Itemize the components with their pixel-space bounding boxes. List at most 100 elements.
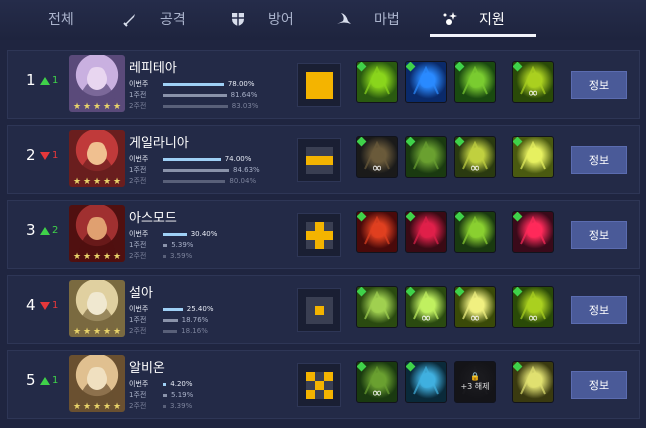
formation-cell xyxy=(315,297,324,306)
formation-cell xyxy=(324,81,333,90)
ranking-row: 41 ★ ★ ★ ★ ★ 설아 이번주 25.40% 1주전 18.76% 2주전 18.16% ∞ ∞… xyxy=(7,275,640,344)
rank-change: 1 xyxy=(40,75,58,86)
star-icon: ★ xyxy=(102,177,112,187)
infinity-icon: ∞ xyxy=(371,161,383,176)
green-burst-skill-icon[interactable]: ∞ xyxy=(405,286,447,328)
hero-portrait[interactable]: ★ ★ ★ ★ ★ xyxy=(69,355,125,412)
star-icon: ★ xyxy=(112,327,122,337)
hero-portrait[interactable]: ★ ★ ★ ★ ★ xyxy=(69,205,125,262)
formation-cell xyxy=(306,72,315,81)
formation-cell xyxy=(306,156,315,165)
arrow-up-icon xyxy=(40,376,50,385)
green-bolt-skill-icon[interactable] xyxy=(356,61,398,103)
usage-bar xyxy=(163,83,224,86)
rank-change-value: 1 xyxy=(52,75,59,86)
stat-label-one-week: 1주전 xyxy=(129,166,147,174)
stat-label-two-weeks: 2주전 xyxy=(129,177,147,185)
formation-cell xyxy=(306,315,315,324)
hero-portrait[interactable]: ★ ★ ★ ★ ★ xyxy=(69,55,125,112)
usage-percent: 78.00% xyxy=(227,80,255,88)
info-button[interactable]: 정보 xyxy=(571,221,627,249)
tab-label: 마법 xyxy=(374,12,400,28)
formation-cell xyxy=(306,81,315,90)
rank-change: 1 xyxy=(40,150,58,161)
info-button[interactable]: 정보 xyxy=(571,71,627,99)
green-figure-skill-icon[interactable]: ∞ xyxy=(512,61,554,103)
star-icon: ★ xyxy=(82,252,92,262)
formation-cell xyxy=(315,81,324,90)
green-hex-skill-icon[interactable] xyxy=(454,61,496,103)
info-button-label: 정보 xyxy=(588,229,610,242)
formation-cell xyxy=(315,390,324,399)
ranking-row: 21 ★ ★ ★ ★ ★ 게일라니아 이번주 74.00% 1주전 84.63% 2주전 80.04… xyxy=(7,125,640,194)
yellow-green-skill-icon[interactable] xyxy=(512,136,554,178)
stat-label-one-week: 1주전 xyxy=(129,391,147,399)
usage-percent: 5.19% xyxy=(171,391,194,399)
stat-label-this-week: 이번주 xyxy=(129,155,149,163)
green-figure-skill-icon[interactable]: ∞ xyxy=(512,286,554,328)
formation-cell xyxy=(306,240,315,249)
tab-attack[interactable]: 공격 xyxy=(122,0,186,38)
arrow-down-icon xyxy=(40,301,50,310)
green-warrior-skill-icon[interactable] xyxy=(405,136,447,178)
tab-magic[interactable]: 마법 xyxy=(336,0,400,38)
formation-cell xyxy=(306,231,315,240)
hero-portrait[interactable]: ★ ★ ★ ★ ★ xyxy=(69,280,125,337)
star-icon: ★ xyxy=(102,327,112,337)
tab-support[interactable]: 지원 xyxy=(441,0,505,38)
stat-label-two-weeks: 2주전 xyxy=(129,327,147,335)
red-mist-skill-icon[interactable] xyxy=(405,211,447,253)
tab-label: 방어 xyxy=(268,12,294,28)
formation-pattern xyxy=(297,363,341,407)
formation-cell xyxy=(324,390,333,399)
usage-bar xyxy=(163,169,229,172)
info-button[interactable]: 정보 xyxy=(571,371,627,399)
formation-cell xyxy=(324,240,333,249)
crimson-slash-skill-icon[interactable] xyxy=(512,211,554,253)
usage-percent: 5.39% xyxy=(171,241,194,249)
usage-percent: 80.04% xyxy=(229,177,257,185)
formation-cell xyxy=(306,297,315,306)
formation-cell xyxy=(306,381,315,390)
info-button[interactable]: 정보 xyxy=(571,146,627,174)
usage-percent: 18.76% xyxy=(181,316,209,324)
green-axe-skill-icon[interactable]: ∞ xyxy=(454,136,496,178)
info-button[interactable]: 정보 xyxy=(571,296,627,324)
info-button-label: 정보 xyxy=(588,304,610,317)
star-rating: ★ ★ ★ ★ ★ xyxy=(69,402,125,412)
formation-cell xyxy=(324,306,333,315)
info-button-label: 정보 xyxy=(588,79,610,92)
clover-skill-icon[interactable] xyxy=(356,286,398,328)
usage-percent: 30.40% xyxy=(190,230,218,238)
formation-cell xyxy=(315,381,324,390)
unlock-requirement: +3 해제 xyxy=(460,382,490,391)
tab-label: 전체 xyxy=(48,12,74,28)
blue-beast-skill-icon[interactable] xyxy=(405,61,447,103)
rank-change: 1 xyxy=(40,300,58,311)
gold-star-skill-icon[interactable] xyxy=(512,361,554,403)
hero-portrait[interactable]: ★ ★ ★ ★ ★ xyxy=(69,130,125,187)
ice-thorn-skill-icon[interactable] xyxy=(405,361,447,403)
tab-defense[interactable]: 방어 xyxy=(230,0,294,38)
infinity-icon: ∞ xyxy=(527,311,539,326)
green-spear-skill-icon[interactable] xyxy=(454,211,496,253)
infinity-icon: ∞ xyxy=(469,161,481,176)
stat-label-two-weeks: 2주전 xyxy=(129,402,147,410)
formation-cell xyxy=(306,306,315,315)
star-icon: ★ xyxy=(72,102,82,112)
formation-cell xyxy=(306,147,315,156)
red-orb-skill-icon[interactable] xyxy=(356,211,398,253)
usage-bar xyxy=(163,158,221,161)
locked-skill-icon[interactable]: 🔒 +3 해제 xyxy=(454,361,496,403)
formation-pattern xyxy=(297,213,341,257)
green-warrior-skill-icon[interactable]: ∞ xyxy=(356,361,398,403)
usage-percent: 4.20% xyxy=(170,380,193,388)
star-icon: ★ xyxy=(92,327,102,337)
star-icon: ★ xyxy=(82,402,92,412)
shadow-rogue-skill-icon[interactable]: ∞ xyxy=(356,136,398,178)
tab-all[interactable]: 전체 xyxy=(48,0,74,38)
usage-bar xyxy=(163,180,226,183)
yellow-rays-skill-icon[interactable]: ∞ xyxy=(454,286,496,328)
star-icon: ★ xyxy=(102,252,112,262)
rank-number: 4 xyxy=(26,296,36,314)
